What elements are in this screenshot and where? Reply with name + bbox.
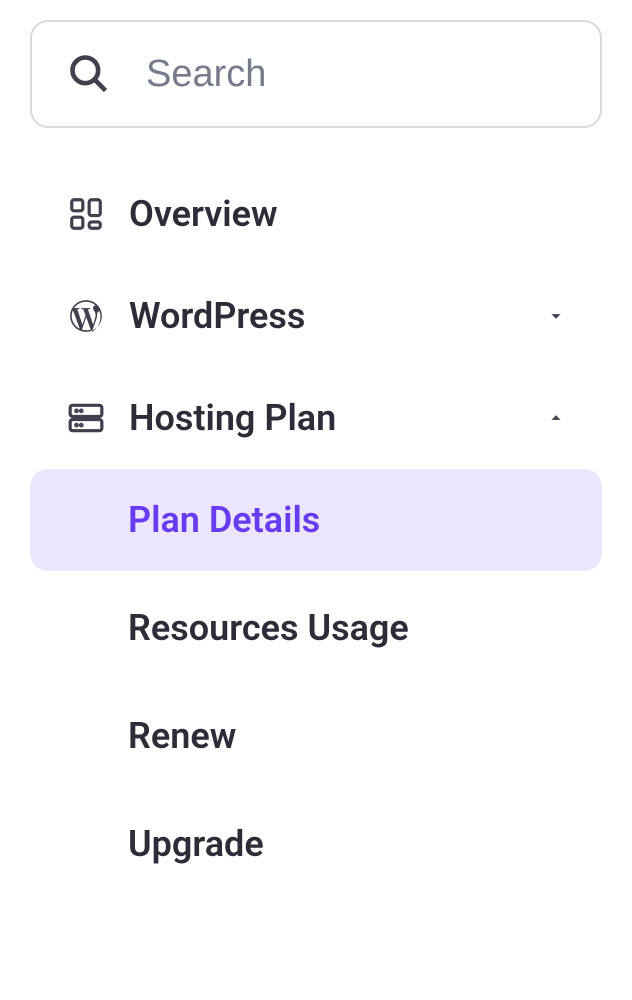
sub-item-resources-usage[interactable]: Resources Usage: [30, 577, 602, 679]
sub-label-upgrade: Upgrade: [128, 823, 264, 865]
sub-item-renew[interactable]: Renew: [30, 685, 602, 787]
nav-label-overview: Overview: [129, 193, 567, 235]
wordpress-icon: [65, 297, 107, 335]
chevron-down-icon: [545, 305, 567, 327]
sub-item-plan-details[interactable]: Plan Details: [30, 469, 602, 571]
nav-label-wordpress: WordPress: [129, 295, 545, 337]
server-icon: [65, 399, 107, 437]
search-input[interactable]: [146, 53, 565, 96]
sub-label-plan-details: Plan Details: [128, 499, 320, 541]
search-container[interactable]: [30, 20, 602, 128]
sub-label-resources-usage: Resources Usage: [128, 607, 409, 649]
nav-item-overview[interactable]: Overview: [30, 163, 602, 265]
nav-label-hosting-plan: Hosting Plan: [129, 397, 545, 439]
search-icon: [67, 52, 111, 96]
overview-icon: [65, 195, 107, 233]
nav-item-wordpress[interactable]: WordPress: [30, 265, 602, 367]
nav-item-hosting-plan[interactable]: Hosting Plan: [30, 367, 602, 469]
chevron-up-icon: [545, 407, 567, 429]
sub-label-renew: Renew: [128, 715, 236, 757]
sub-item-upgrade[interactable]: Upgrade: [30, 793, 602, 895]
